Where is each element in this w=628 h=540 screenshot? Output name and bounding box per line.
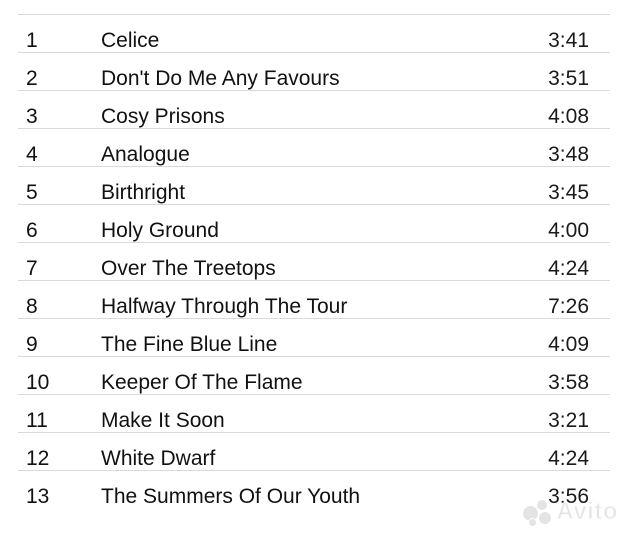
track-number: 13 (26, 485, 50, 508)
track-title: The Summers Of Our Youth (101, 485, 361, 508)
avito-logo-icon (522, 499, 553, 527)
track-row: 1 Celice 3:41 (18, 15, 610, 53)
avito-watermark: Avito (522, 498, 618, 527)
tracklist: 1 Celice 3:41 2 Don't Do Me Any Favours … (18, 14, 610, 508)
track-row: 6 Holy Ground 4:00 (18, 205, 610, 243)
track-row: 8 Halfway Through The Tour 7:26 (18, 281, 610, 319)
track-row: 4 Analogue 3:48 (18, 129, 610, 167)
track-row: 13 The Summers Of Our Youth 3:56 (18, 471, 610, 508)
track-row: 3 Cosy Prisons 4:08 (18, 91, 610, 129)
track-row: 10 Keeper Of The Flame 3:58 (18, 357, 610, 395)
watermark-text: Avito (556, 498, 618, 526)
track-row: 9 The Fine Blue Line 4:09 (18, 319, 610, 357)
track-row: 12 White Dwarf 4:24 (18, 433, 610, 471)
track-row: 7 Over The Treetops 4:24 (18, 243, 610, 281)
track-row: 11 Make It Soon 3:21 (18, 395, 610, 433)
track-row: 2 Don't Do Me Any Favours 3:51 (18, 53, 610, 91)
track-row: 5 Birthright 3:45 (18, 167, 610, 205)
